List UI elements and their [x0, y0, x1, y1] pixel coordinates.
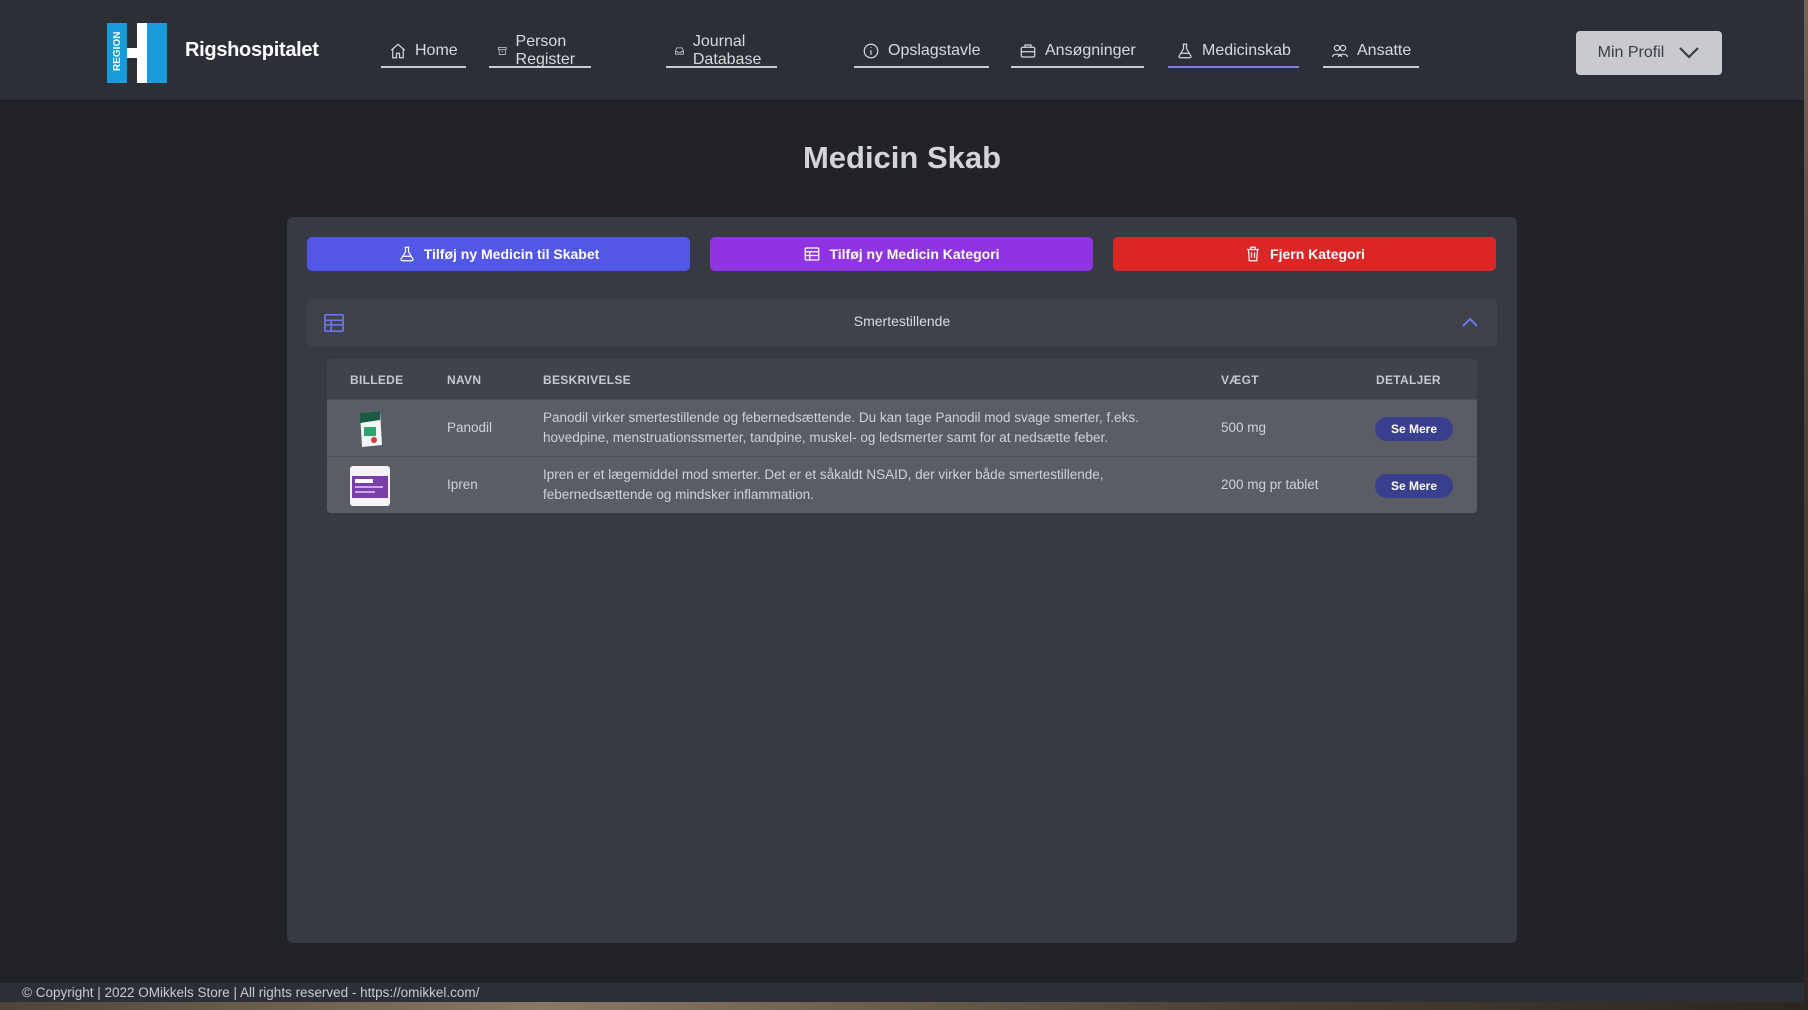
see-more-button[interactable]: Se Mere — [1375, 417, 1453, 441]
nav-label: Home — [415, 42, 458, 59]
profile-label: Min Profil — [1597, 44, 1665, 61]
medicine-name: Ipren — [447, 477, 478, 492]
nav-item-ansogninger[interactable]: Ansøgninger — [1011, 40, 1144, 68]
copyright-text: © Copyright | 2022 OMikkels Store | All … — [22, 985, 480, 1000]
home-icon — [390, 43, 406, 59]
column-header-details: DETALJER — [1376, 373, 1441, 387]
profile-dropdown-button[interactable]: Min Profil — [1576, 31, 1722, 75]
add-medicine-button[interactable]: Tilføj ny Medicin til Skabet — [307, 237, 690, 271]
nav-label: Medicinskab — [1202, 42, 1291, 59]
add-medicine-label: Tilføj ny Medicin til Skabet — [423, 246, 600, 262]
nav-item-ansatte[interactable]: Ansatte — [1323, 40, 1420, 68]
medicine-weight: 200 mg pr tablet — [1221, 477, 1319, 492]
info-icon — [863, 43, 879, 59]
flask-icon — [1178, 43, 1192, 59]
medicine-table: BILLEDE NAVN BESKRIVELSE VÆGT DETALJER P — [327, 359, 1477, 513]
nav-label: Opslagstavle — [888, 42, 981, 59]
category-title: Smertestillende — [853, 313, 951, 329]
table-header-row: BILLEDE NAVN BESKRIVELSE VÆGT DETALJER — [327, 359, 1477, 399]
medicine-description: Panodil virker smertestillende og febern… — [543, 410, 1139, 445]
see-more-button[interactable]: Se Mere — [1375, 474, 1453, 498]
trash-icon — [1247, 246, 1260, 262]
region-h-logo[interactable]: REGION — [107, 23, 167, 83]
column-header-image: BILLEDE — [350, 373, 404, 387]
medicine-description: Ipren er et lægemiddel mod smerter. Det … — [543, 467, 1104, 502]
column-header-weight: VÆGT — [1221, 373, 1259, 387]
nav-item-journal-database[interactable]: Journal Database — [666, 33, 777, 68]
nav-label: Ansøgninger — [1045, 42, 1136, 59]
brand-name[interactable]: Rigshospitalet — [185, 39, 319, 62]
medicine-weight: 500 mg — [1221, 420, 1267, 435]
nav-item-opslagstavle[interactable]: Opslagstavle — [854, 40, 989, 68]
nav-label: Ansatte — [1357, 42, 1412, 59]
column-header-description: BESKRIVELSE — [543, 373, 631, 387]
logo-lettering: REGION — [112, 32, 123, 71]
flask-icon — [400, 246, 414, 262]
table-icon — [805, 247, 820, 261]
inbox-icon — [674, 47, 684, 55]
users-icon — [1331, 44, 1349, 58]
add-category-label: Tilføj ny Medicin Kategori — [829, 246, 1000, 262]
medicine-name: Panodil — [447, 420, 493, 435]
briefcase-icon — [1020, 44, 1036, 58]
medicine-cabinet-panel: Tilføj ny Medicin til Skabet Tilføj ny M… — [287, 217, 1517, 943]
archive-icon — [497, 47, 507, 55]
remove-category-label: Fjern Kategori — [1270, 246, 1365, 262]
medicine-image — [350, 466, 390, 506]
chevron-up-icon[interactable] — [1461, 316, 1479, 328]
medicine-image — [350, 409, 390, 449]
remove-category-button[interactable]: Fjern Kategori — [1113, 237, 1496, 271]
nav-item-home[interactable]: Home — [381, 40, 466, 68]
chevron-down-icon — [1679, 47, 1700, 59]
category-accordion-header[interactable]: Smertestillende — [307, 299, 1497, 346]
app-window: REGION Rigshospitalet Home Person Regist… — [0, 0, 1804, 1002]
footer: © Copyright | 2022 OMikkels Store | All … — [0, 983, 1804, 1002]
top-navbar: REGION Rigshospitalet Home Person Regist… — [0, 0, 1804, 101]
table-row: Ipren Ipren er et lægemiddel mod smerter… — [327, 456, 1477, 513]
nav-item-medicinskab[interactable]: Medicinskab — [1168, 40, 1299, 68]
column-header-name: NAVN — [447, 373, 482, 387]
nav-label: Person Register — [515, 33, 576, 68]
nav-item-person-register[interactable]: Person Register — [489, 33, 591, 68]
nav-label: Journal Database — [692, 33, 762, 68]
add-category-button[interactable]: Tilføj ny Medicin Kategori — [710, 237, 1093, 271]
table-row: Panodil Panodil virker smertestillende o… — [327, 399, 1477, 456]
page-title: Medicin Skab — [802, 140, 1002, 175]
